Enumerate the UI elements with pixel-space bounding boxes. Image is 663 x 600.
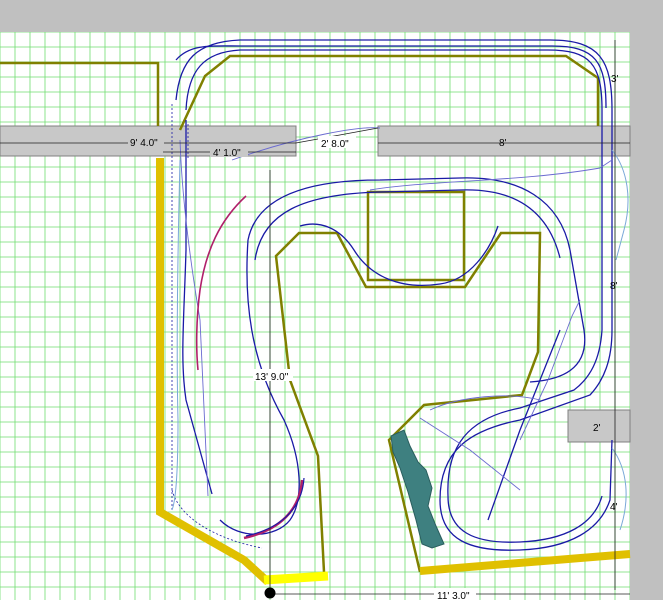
dim-label-bottom: 11' 3.0" [437, 591, 470, 600]
fascia-bottom-left [263, 571, 329, 585]
track-left-loop-lower [219, 239, 300, 535]
dim-label-aisle: 2' 8.0" [321, 139, 349, 150]
outside-region-top [0, 0, 663, 32]
dim-label-left-depth: 13' 9.0" [255, 372, 289, 383]
track-inner-oval-2 [254, 189, 561, 261]
track-light-left [171, 159, 181, 511]
dotted-bottom-curve [171, 489, 263, 549]
track-light-bottom-right [611, 447, 627, 531]
water-feature [390, 429, 445, 549]
track-light-right [611, 149, 629, 261]
dim-label-right-shelf: 8' [499, 138, 507, 149]
track-outer-loop [175, 39, 613, 551]
dim-label-upper-wall: 9' 4.0" [130, 138, 158, 149]
track-secondary-3 [369, 159, 613, 191]
dim-label-right-top: 3' [611, 74, 619, 85]
dim-label-right-shelf-small: 2' [593, 423, 601, 434]
benchwork-top-left [0, 61, 160, 126]
track-main [175, 39, 613, 551]
benchwork-upper [178, 54, 600, 131]
dim-label-right-middle: 8' [610, 281, 618, 292]
layout-plan-canvas[interactable]: 9' 4.0" 4' 1.0" 2' 8.0" 8' 13' 9.0" 3' 8… [0, 0, 663, 600]
curve-highlight-upper [195, 195, 247, 371]
dim-label-right-bottom: 4' [610, 502, 618, 513]
outside-region-right [630, 0, 663, 600]
dim-label-inner-span: 4' 1.0" [213, 148, 241, 159]
grid-lines [0, 31, 631, 600]
origin-point-marker[interactable] [264, 587, 276, 599]
fascia-left [156, 158, 271, 585]
